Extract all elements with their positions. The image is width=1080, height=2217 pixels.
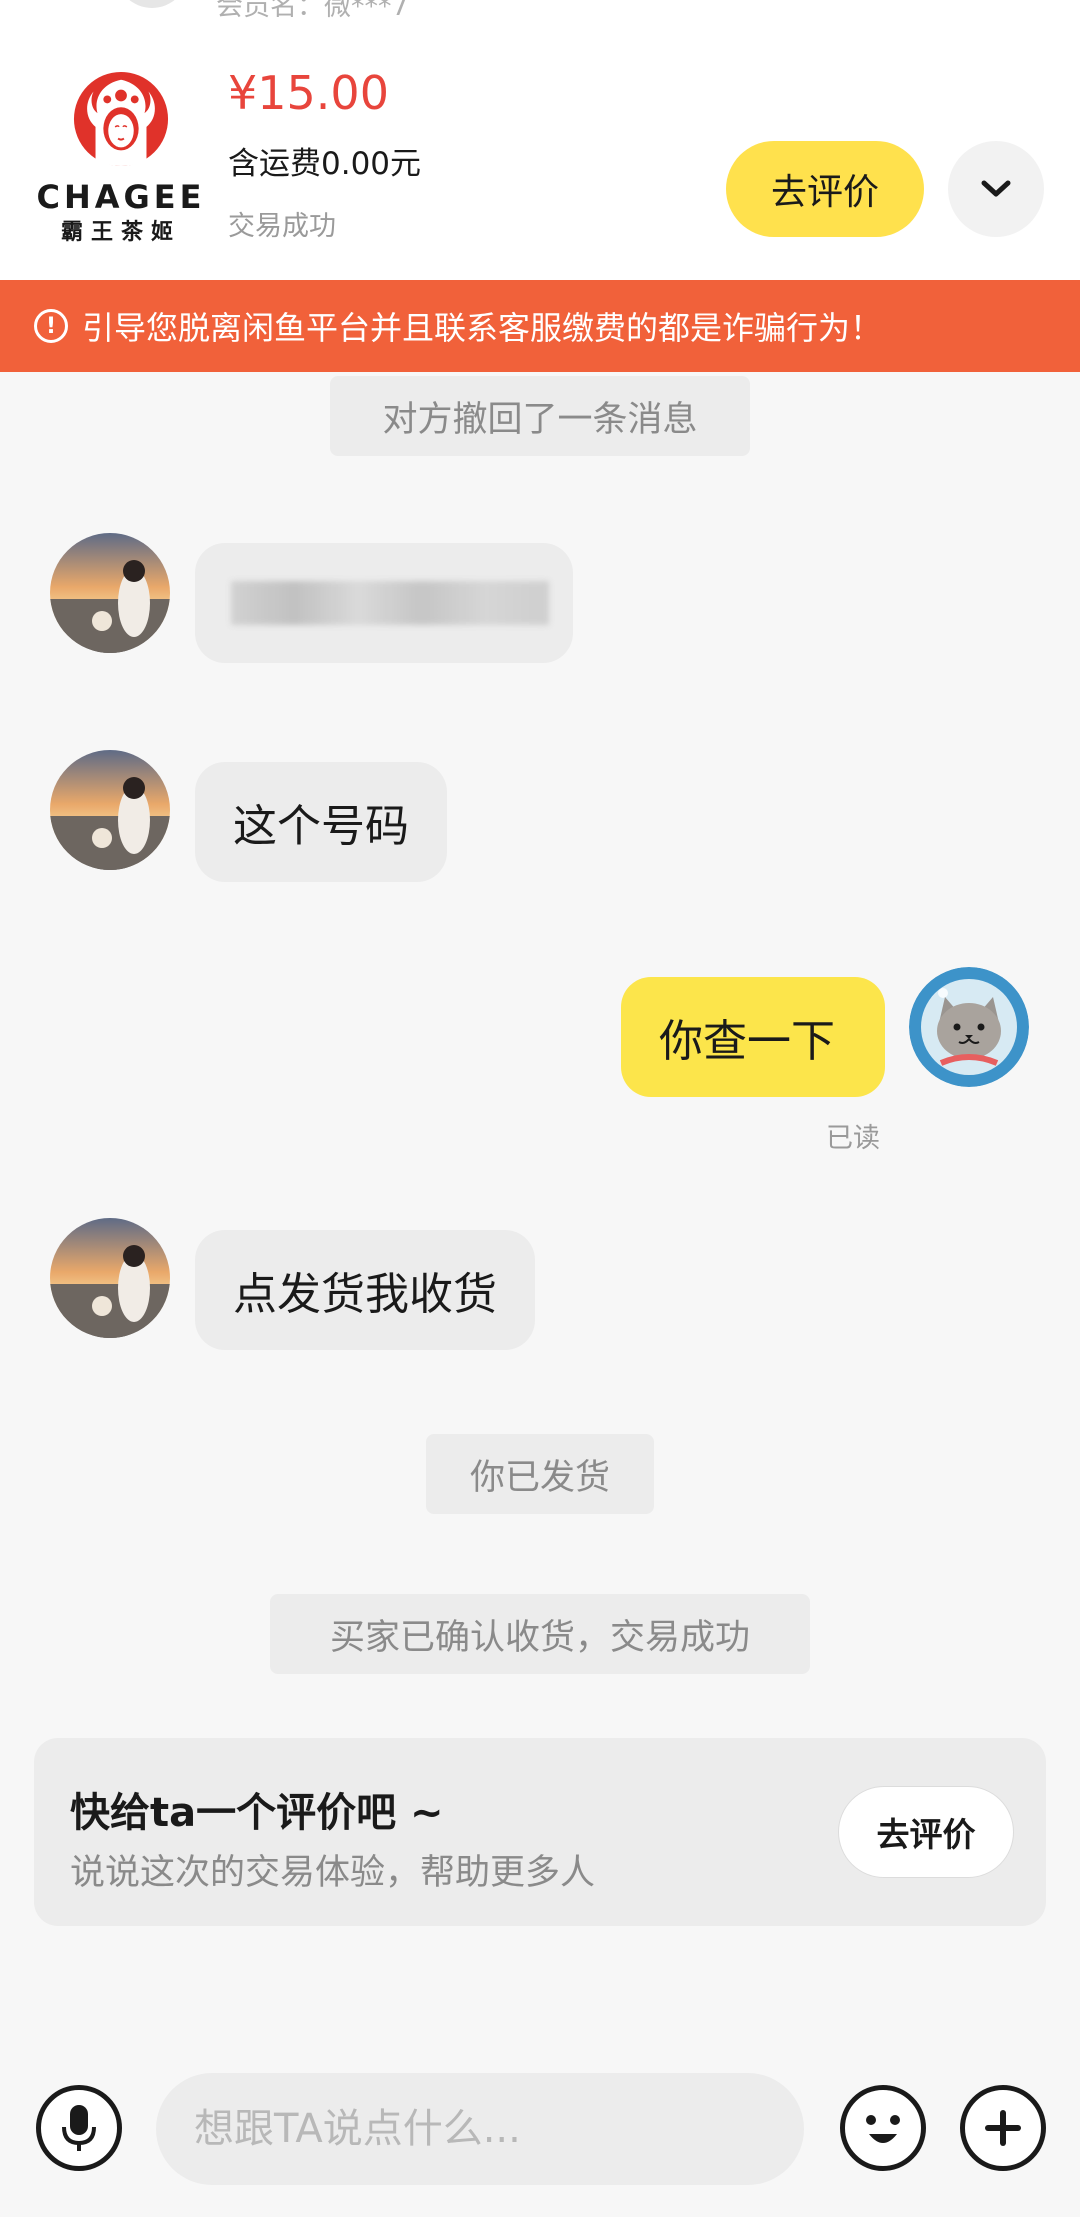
expand-button[interactable] <box>948 141 1044 237</box>
review-card-title: 快给ta一个评价吧 ~ <box>70 1790 444 1836</box>
member-name: 会员名：微***7 <box>216 0 409 22</box>
brand-subname: 霸王茶姬 <box>60 220 181 245</box>
fraud-warning-bar: ! 引导您脱离闲鱼平台并且联系客服缴费的都是诈骗行为！ <box>0 280 1080 372</box>
other-avatar[interactable] <box>50 1218 170 1338</box>
message-input[interactable] <box>156 2073 804 2185</box>
order-header: 会员名：微***7 CHAGEE 霸王茶姬 ¥15.00 含运费0.00元 交易… <box>0 0 1080 280</box>
microphone-icon <box>62 2105 96 2151</box>
exclamation-circle-icon: ! <box>34 309 68 343</box>
other-avatar[interactable] <box>50 750 170 870</box>
my-avatar[interactable] <box>909 967 1029 1087</box>
message-bubble-blurred[interactable] <box>195 543 573 663</box>
cat-astronaut-avatar-icon <box>909 967 1029 1087</box>
shipping-fee: 含运费0.00元 <box>228 146 422 182</box>
blurred-content <box>231 581 549 625</box>
message-bubble-other[interactable]: 这个号码 <box>195 762 447 882</box>
system-message-recalled: 对方撤回了一条消息 <box>330 376 750 456</box>
smiley-icon <box>866 2115 900 2143</box>
message-bubble-mine[interactable]: 你查一下 <box>621 977 885 1097</box>
brand-emblem-icon <box>73 71 169 167</box>
trade-status: 交易成功 <box>228 211 336 242</box>
system-message-confirmed: 买家已确认收货，交易成功 <box>270 1594 810 1674</box>
warning-text: 引导您脱离闲鱼平台并且联系客服缴费的都是诈骗行为！ <box>82 309 883 347</box>
voice-button[interactable] <box>36 2085 122 2171</box>
more-button[interactable] <box>960 2085 1046 2171</box>
system-message-shipped: 你已发货 <box>426 1434 654 1514</box>
avatar-photo <box>50 1218 170 1338</box>
avatar-photo <box>50 533 170 653</box>
message-bubble-other[interactable]: 点发货我收货 <box>195 1230 535 1350</box>
chevron-down-icon <box>981 180 1011 197</box>
review-card-button[interactable]: 去评价 <box>838 1786 1014 1878</box>
review-button[interactable]: 去评价 <box>726 141 924 237</box>
other-avatar[interactable] <box>50 533 170 653</box>
message-input-bar <box>0 2040 1080 2217</box>
emoji-button[interactable] <box>840 2085 926 2171</box>
review-prompt-card: 快给ta一个评价吧 ~ 说说这次的交易体验，帮助更多人 去评价 <box>34 1738 1046 1926</box>
avatar-photo <box>50 750 170 870</box>
product-thumbnail[interactable]: CHAGEE 霸王茶姬 <box>32 70 210 245</box>
review-card-subtitle: 说说这次的交易体验，帮助更多人 <box>70 1853 596 1893</box>
order-price: ¥15.00 <box>228 66 389 120</box>
member-avatar <box>116 0 188 8</box>
brand-wordmark: CHAGEE <box>36 178 206 216</box>
plus-icon <box>985 2110 1021 2146</box>
read-receipt: 已读 <box>826 1123 880 1154</box>
